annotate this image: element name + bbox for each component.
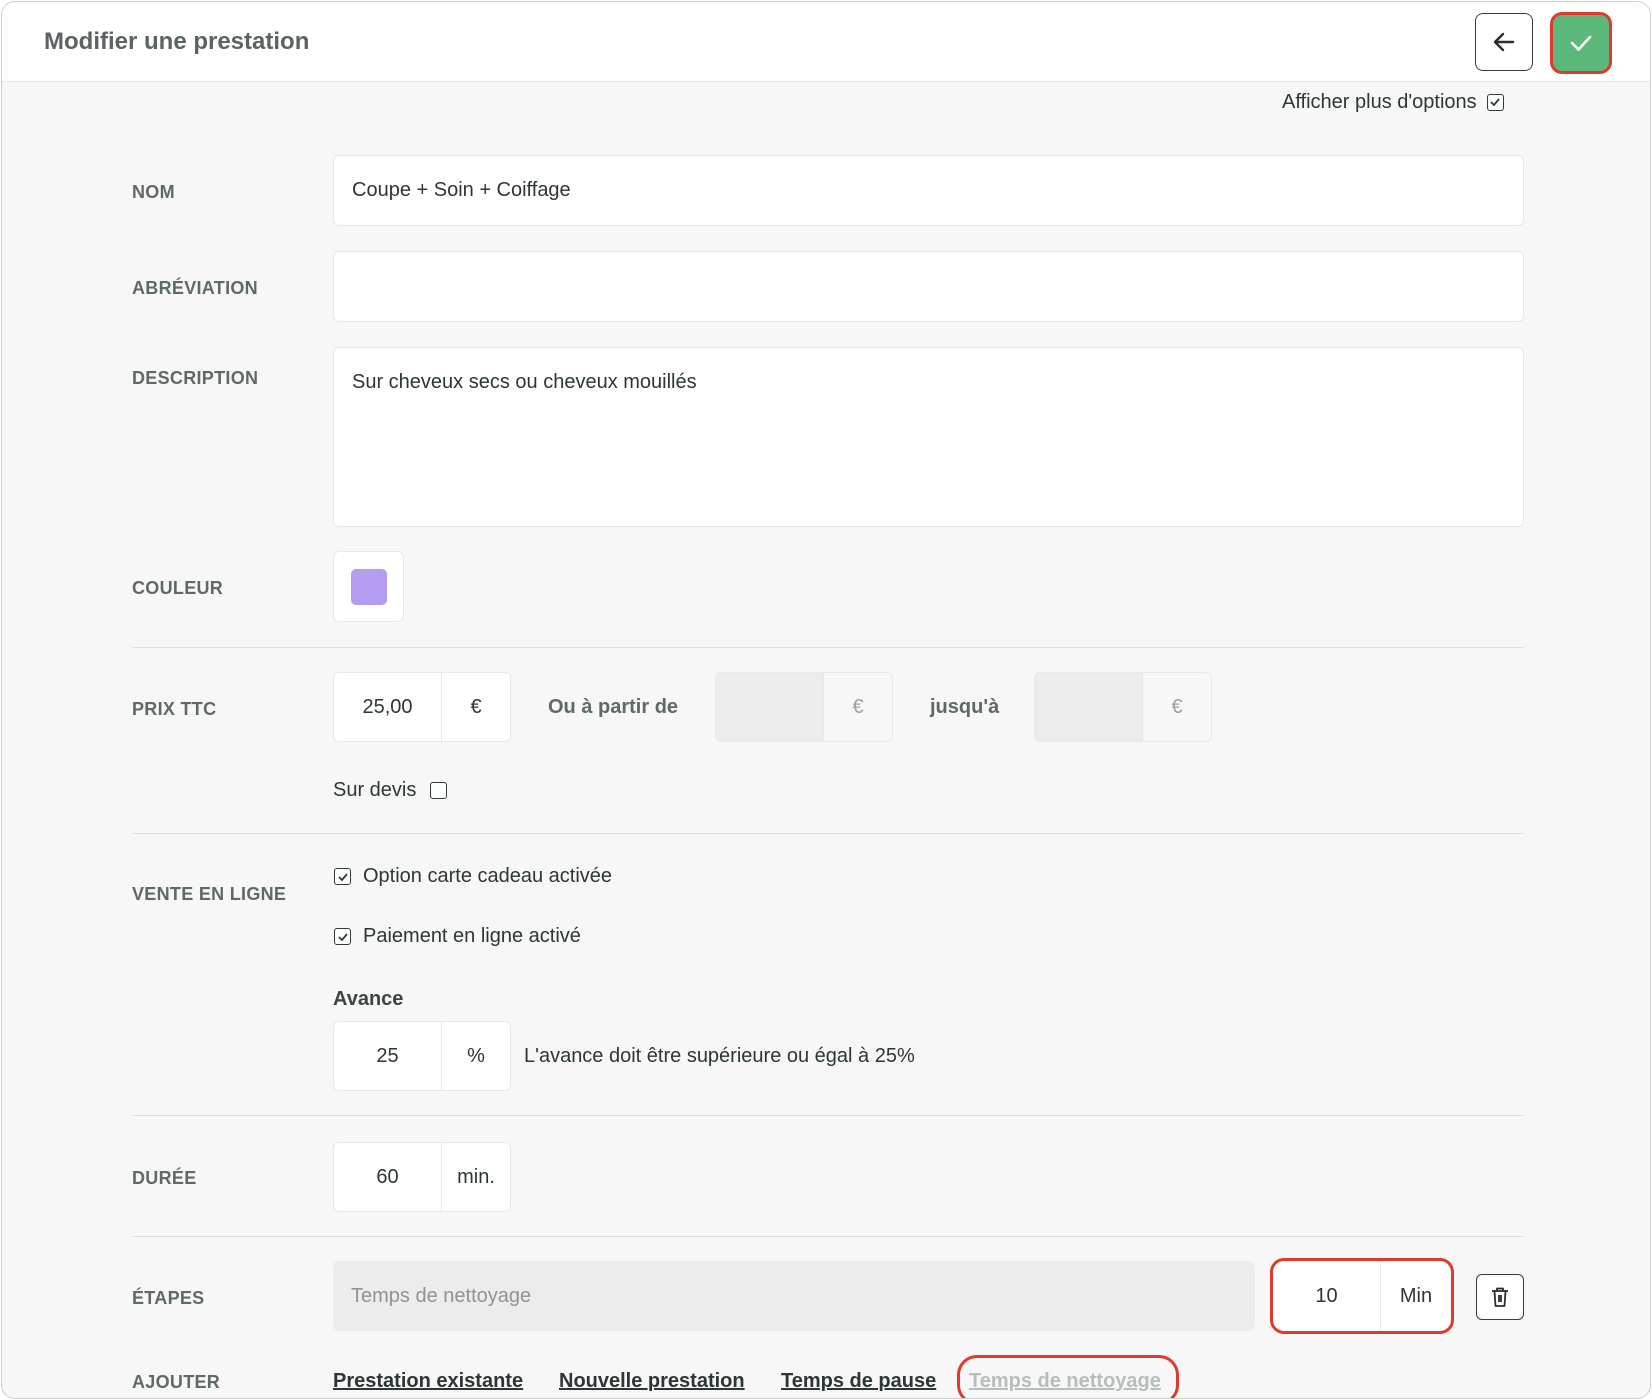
step-name-text: Temps de nettoyage <box>351 1285 532 1307</box>
duration-input-group: 60 min. <box>333 1142 511 1212</box>
name-label: NOM <box>132 182 175 202</box>
add-label: AJOUTER <box>132 1372 221 1392</box>
trash-icon <box>1492 1287 1508 1307</box>
duration-unit: min. <box>457 1165 495 1188</box>
color-swatch <box>351 569 387 605</box>
price-from-label: Ou à partir de <box>548 696 679 718</box>
description-textarea[interactable]: Sur cheveux secs ou cheveux mouillés <box>333 347 1524 527</box>
more-options-checkbox[interactable] <box>1486 93 1504 111</box>
step-duration-group: 10 Min <box>1270 1258 1454 1334</box>
price-to-label: jusqu'à <box>930 696 1000 718</box>
advance-title: Avance <box>333 988 404 1010</box>
online-sale-label: VENTE EN LIGNE <box>132 884 287 904</box>
color-picker[interactable] <box>333 551 404 622</box>
description-value: Sur cheveux secs ou cheveux mouillés <box>352 371 697 393</box>
quote-checkbox[interactable] <box>430 782 448 799</box>
checkmark-icon <box>337 872 348 881</box>
save-button[interactable] <box>1550 12 1612 74</box>
abbreviation-label: ABRÉVIATION <box>132 278 258 298</box>
section-divider <box>132 1236 1524 1237</box>
color-label: COULEUR <box>132 578 224 598</box>
duration-input[interactable]: 60 <box>334 1143 442 1211</box>
price-to-input[interactable] <box>1035 673 1143 741</box>
header-bar: Modifier une prestation <box>2 2 1650 82</box>
edit-service-window: Modifier une prestation Afficher plus d'… <box>1 1 1651 1399</box>
step-name-field[interactable]: Temps de nettoyage <box>333 1261 1255 1331</box>
add-new-service-link[interactable]: Nouvelle prestation <box>559 1370 745 1393</box>
abbreviation-input[interactable] <box>333 251 1524 322</box>
more-options-label: Afficher plus d'options <box>1282 90 1477 113</box>
section-divider <box>132 833 1524 834</box>
quote-label: Sur devis <box>333 779 417 801</box>
advance-note: L'avance doit être supérieure ou égal à … <box>524 1045 915 1067</box>
price-to-currency: € <box>1171 695 1183 718</box>
price-to-group: € <box>1034 672 1212 742</box>
arrow-left-icon <box>1493 32 1515 52</box>
duration-label: DURÉE <box>132 1168 197 1188</box>
online-payment-checkbox[interactable] <box>334 928 351 945</box>
step-duration-unit: Min <box>1399 1284 1433 1307</box>
gift-card-row[interactable]: Option carte cadeau activée <box>334 865 612 888</box>
section-divider <box>132 1115 1524 1116</box>
gift-card-label: Option carte cadeau activée <box>363 865 613 887</box>
name-input[interactable]: Coupe + Soin + Coiffage <box>333 155 1524 226</box>
check-icon <box>1570 35 1592 51</box>
delete-step-button[interactable] <box>1476 1274 1524 1320</box>
page-title: Modifier une prestation <box>44 28 310 55</box>
price-from-currency: € <box>852 695 864 718</box>
gift-card-checkbox[interactable] <box>334 868 351 885</box>
add-existing-service-link[interactable]: Prestation existante <box>333 1370 523 1393</box>
steps-label: ÉTAPES <box>132 1288 205 1308</box>
price-from-group: € <box>715 672 893 742</box>
price-input-group: 25,00 € <box>333 672 511 742</box>
checkmark-icon <box>1490 98 1500 107</box>
price-label: PRIX TTC <box>132 699 217 719</box>
checkmark-icon <box>337 932 348 941</box>
back-button[interactable] <box>1475 13 1533 71</box>
section-divider <box>132 647 1524 648</box>
online-payment-row[interactable]: Paiement en ligne activé <box>334 925 581 948</box>
price-from-input[interactable] <box>716 673 824 741</box>
online-payment-label: Paiement en ligne activé <box>363 925 581 947</box>
advance-unit: % <box>467 1044 485 1067</box>
add-pause-link[interactable]: Temps de pause <box>781 1370 936 1393</box>
description-label: DESCRIPTION <box>132 368 259 388</box>
more-options-toggle[interactable]: Afficher plus d'options <box>1282 90 1504 114</box>
price-currency: € <box>470 695 482 718</box>
advance-input[interactable]: 25 <box>334 1022 442 1090</box>
cleaning-link-highlight <box>957 1355 1179 1398</box>
advance-input-group: 25 % <box>333 1021 511 1091</box>
price-input[interactable]: 25,00 <box>334 673 442 741</box>
step-duration-input[interactable]: 10 <box>1273 1261 1381 1331</box>
name-value: Coupe + Soin + Coiffage <box>352 179 571 201</box>
quote-row[interactable]: Sur devis <box>333 779 448 802</box>
